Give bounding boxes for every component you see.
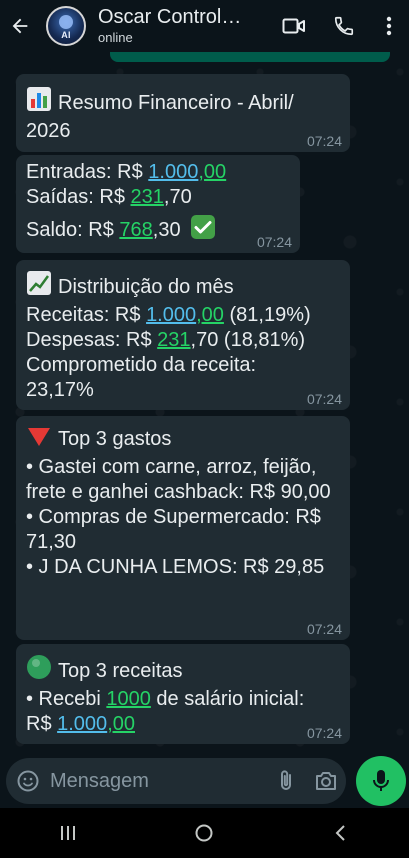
home-icon xyxy=(195,824,213,842)
sticker-icon xyxy=(17,770,39,792)
expenses-percent: ,70 (18,81%) xyxy=(190,329,306,351)
message-title: Resumo Financeiro - Abril/ 2026 xyxy=(26,92,294,142)
back-button[interactable] xyxy=(0,0,40,52)
expenses-amount-link[interactable]: 231 xyxy=(157,329,190,351)
message-title: Top 3 receitas xyxy=(58,660,183,682)
expense-amount-link[interactable]: 231 xyxy=(131,186,164,208)
home-button[interactable] xyxy=(174,808,234,858)
balance-line: Saldo: R$ 768,30 xyxy=(26,214,290,247)
expense-line: Saídas: R$ 231,70 xyxy=(26,185,290,210)
revenue-item-cents-link[interactable]: ,00 xyxy=(107,713,135,735)
back-arrow-icon xyxy=(12,18,28,34)
paperclip-icon xyxy=(281,770,291,790)
revenue-label: Receitas: R$ xyxy=(26,304,147,326)
balance-amount-link[interactable]: 768 xyxy=(119,219,152,241)
message-time: 07:24 xyxy=(306,391,342,407)
message-time: 07:24 xyxy=(306,133,342,149)
top-expenses-title-line: Top 3 gastos xyxy=(26,426,340,455)
revenue-item-suffix: de salário inicial: xyxy=(150,688,305,710)
contact-info[interactable]: Oscar Control… online xyxy=(98,6,269,46)
top-revenues-title-line: Top 3 receitas xyxy=(26,654,340,687)
chart-increasing-emoji xyxy=(26,270,52,303)
message-bubble[interactable]: Top 3 gastos • Gastei com carne, arroz, … xyxy=(16,416,350,640)
message-title: Distribuição do mês xyxy=(58,276,234,298)
emoji-sticker-button[interactable] xyxy=(6,758,50,804)
revenue-item-amount-line: R$ 1.000,00 xyxy=(26,712,340,737)
message-bubble[interactable]: Entradas: R$ 1.000,00 Saídas: R$ 231,70 … xyxy=(16,155,300,253)
list-item: • J DA CUNHA LEMOS: R$ 29,85 xyxy=(26,556,325,578)
video-camera-icon xyxy=(282,18,305,34)
robot-face-icon xyxy=(59,15,73,29)
revenue-item-prefix: • Recebi xyxy=(26,688,107,710)
recent-apps-icon xyxy=(61,826,76,840)
revenue-item-line: • Recebi 1000 de salário inicial: xyxy=(26,687,340,712)
message-input-pill[interactable]: Mensagem xyxy=(6,758,346,804)
revenue-line: Receitas: R$ 1.000,00 (81,19%) xyxy=(26,303,340,328)
expense-cents: ,70 xyxy=(163,186,192,208)
contact-name: Oscar Control… xyxy=(98,6,242,28)
committed-line: Comprometido da receita: 23,17% xyxy=(26,354,257,401)
message-bubble[interactable]: Resumo Financeiro - Abril/ 2026 07:24 xyxy=(16,74,350,152)
message-time: 07:24 xyxy=(306,725,342,741)
income-amount-link[interactable]: 1.000 xyxy=(148,161,198,183)
distribution-title-line: Distribuição do mês xyxy=(26,270,340,303)
message-list[interactable]: Resumo Financeiro - Abril/ 2026 07:24 En… xyxy=(0,52,409,752)
attach-button[interactable] xyxy=(266,758,306,804)
bar-chart-emoji xyxy=(26,86,52,119)
revenue-item-amount-link[interactable]: 1.000 xyxy=(57,713,107,735)
camera-button[interactable] xyxy=(306,758,346,804)
voice-call-button[interactable] xyxy=(319,0,369,52)
previous-message-edge xyxy=(110,52,390,62)
message-bubble[interactable]: Top 3 receitas • Recebi 1000 de salário … xyxy=(16,644,350,744)
message-title: Top 3 gastos xyxy=(58,428,172,450)
message-time: 07:24 xyxy=(256,234,292,250)
recent-apps-button[interactable] xyxy=(38,808,98,858)
more-vertical-icon xyxy=(386,16,392,36)
nav-back-button[interactable] xyxy=(311,808,371,858)
message-input[interactable]: Mensagem xyxy=(50,770,266,793)
balance-label: Saldo: R$ xyxy=(26,219,120,241)
message-time: 07:24 xyxy=(306,621,342,637)
revenue-cents-link[interactable]: ,00 xyxy=(196,304,224,326)
balance-cents: ,30 xyxy=(152,219,181,241)
green-circle-emoji xyxy=(26,654,52,687)
expense-label: Saídas: R$ xyxy=(26,186,131,208)
income-cents-link[interactable]: ,00 xyxy=(198,161,226,183)
revenue-percent: (81,19%) xyxy=(223,304,311,326)
chat-header: AI Oscar Control… online xyxy=(0,0,409,52)
avatar[interactable]: AI xyxy=(46,6,86,46)
expenses-label: Despesas: R$ xyxy=(26,329,158,351)
chevron-left-icon xyxy=(335,825,345,841)
more-options-button[interactable] xyxy=(369,0,409,52)
revenue-item-currency: R$ xyxy=(26,713,58,735)
phone-icon xyxy=(334,16,354,36)
voice-message-button[interactable] xyxy=(356,756,406,806)
red-triangle-emoji xyxy=(26,426,52,455)
revenue-item-link[interactable]: 1000 xyxy=(106,688,151,710)
avatar-text: AI xyxy=(61,30,71,40)
list-item: • Compras de Supermercado: R$ 71,30 xyxy=(26,506,321,553)
camera-icon xyxy=(316,772,336,790)
income-line: Entradas: R$ 1.000,00 xyxy=(26,160,290,185)
system-nav-bar xyxy=(0,808,409,858)
list-item: • Gastei com carne, arroz, feijão, frete… xyxy=(26,456,331,503)
revenue-amount-link[interactable]: 1.000 xyxy=(146,304,196,326)
composer: Mensagem xyxy=(0,752,409,808)
video-call-button[interactable] xyxy=(269,0,319,52)
message-bubble[interactable]: Distribuição do mês Receitas: R$ 1.000,0… xyxy=(16,260,350,410)
microphone-icon xyxy=(373,770,389,791)
check-mark-emoji xyxy=(190,214,216,247)
income-label: Entradas: R$ xyxy=(26,161,149,183)
contact-status: online xyxy=(98,30,133,45)
expenses-line: Despesas: R$ 231,70 (18,81%) xyxy=(26,328,340,353)
